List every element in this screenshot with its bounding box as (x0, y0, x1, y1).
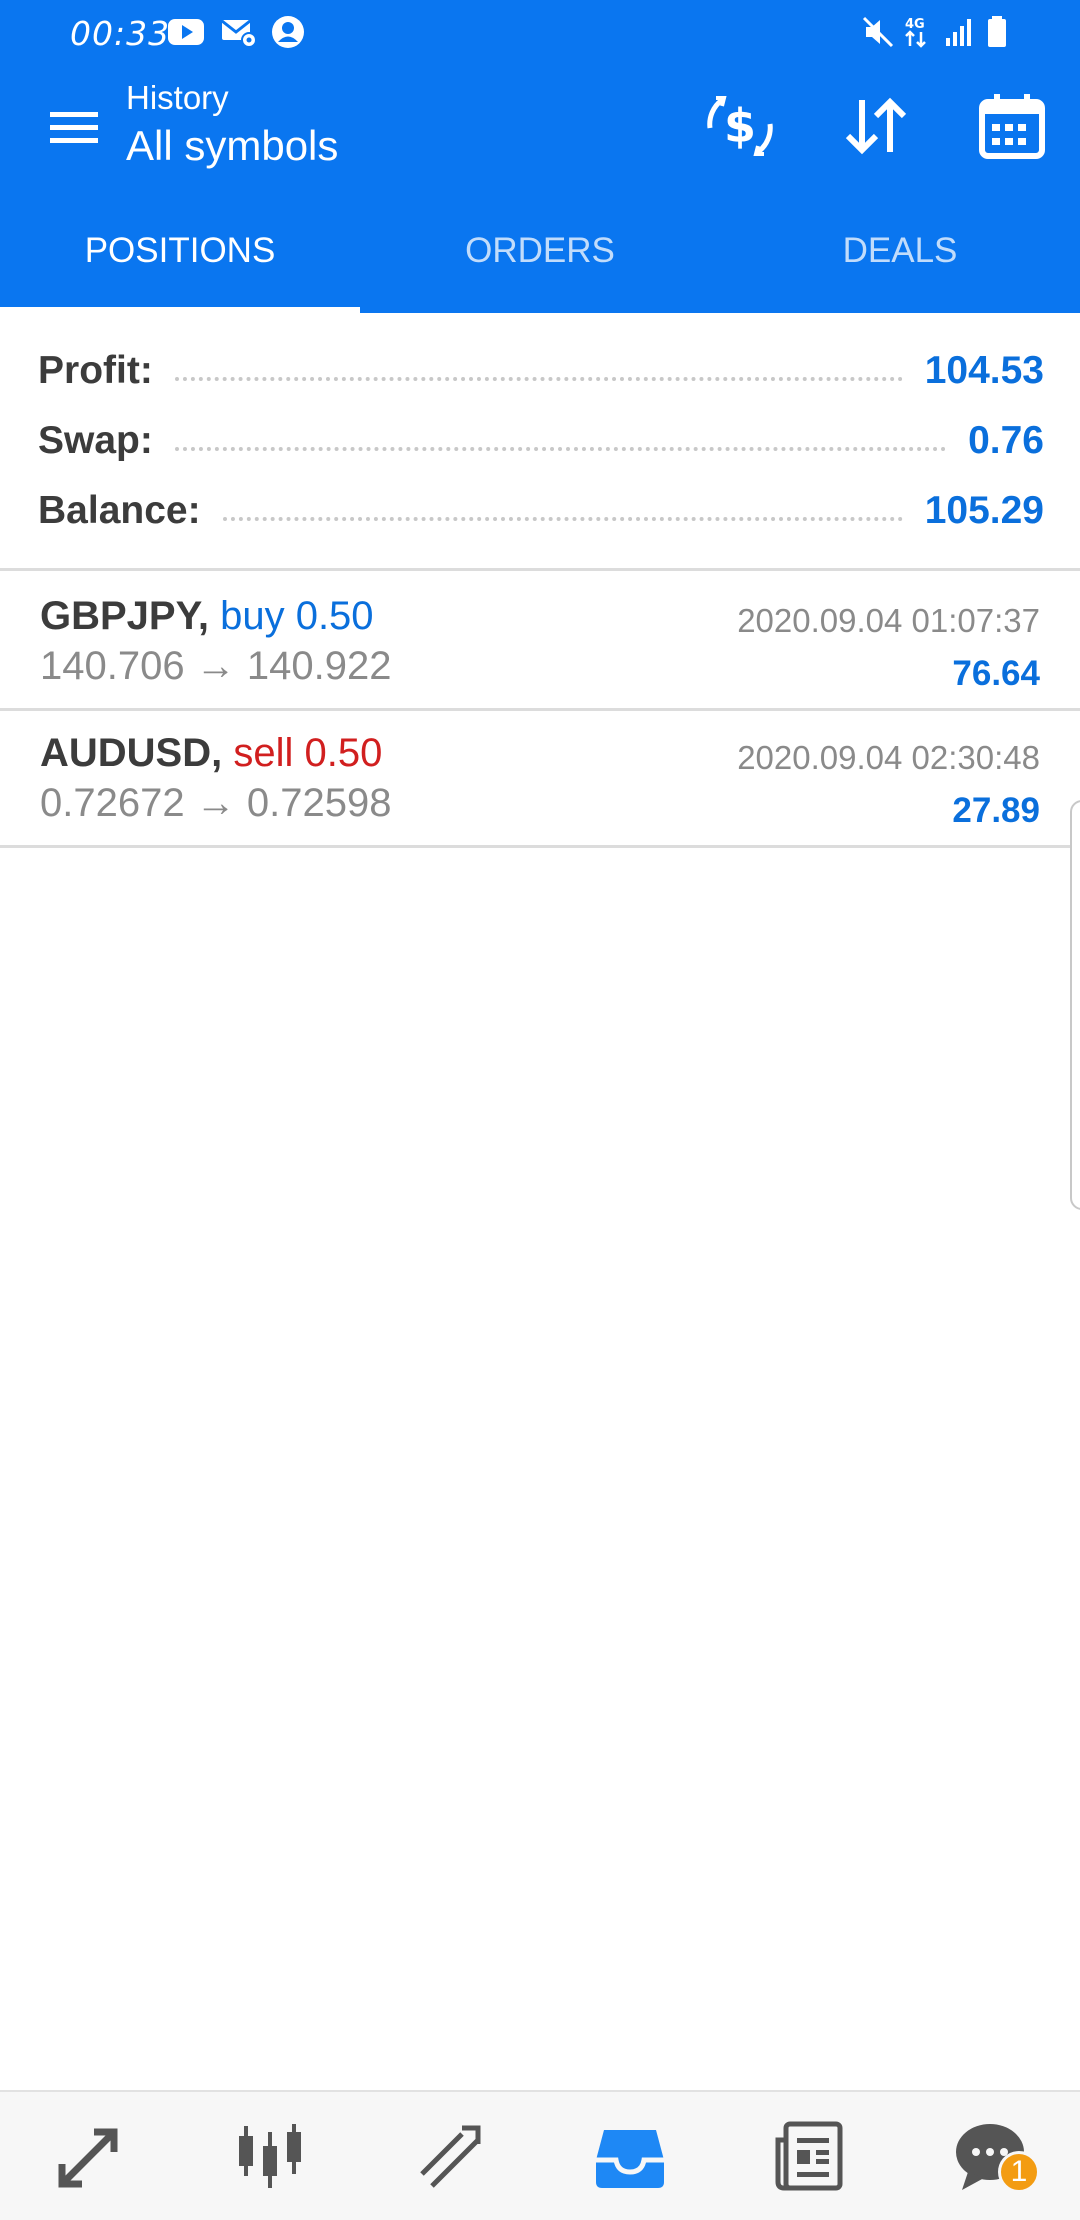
sort-icon (845, 97, 907, 155)
menu-button[interactable] (38, 96, 108, 160)
position-time: 2020.09.04 01:07:37 (737, 602, 1040, 639)
balance-value: 105.29 (924, 489, 1044, 532)
chart-icon (239, 2124, 301, 2188)
tab-bar: POSITIONS ORDERS DEALS (0, 189, 1080, 313)
network-4g-icon: 4G (905, 17, 926, 48)
dotted-leader (222, 517, 903, 521)
open-price: 0.72672 (40, 781, 185, 825)
calendar-button[interactable] (967, 86, 1057, 166)
network-label: 4G (905, 17, 925, 32)
bottom-navigation: 1 (0, 2090, 1080, 2220)
position-side: buy 0.50 (220, 594, 374, 638)
nav-news[interactable] (720, 2092, 900, 2220)
status-bar: 00:33 4G (0, 0, 1080, 64)
open-price: 140.706 (40, 644, 185, 688)
quotes-icon (58, 2128, 118, 2188)
history-icon (596, 2130, 664, 2188)
position-prices: 140.706 → 140.922 (40, 644, 391, 689)
position-prices: 0.72672 → 0.72598 (40, 781, 391, 826)
nav-quotes[interactable] (0, 2092, 180, 2220)
hamburger-icon (50, 112, 98, 143)
nav-history[interactable] (540, 2092, 720, 2220)
mute-icon (862, 16, 894, 48)
close-price: 140.922 (246, 644, 392, 688)
notification-badge: 1 (998, 2151, 1040, 2193)
account-icon (272, 16, 304, 48)
summary-panel: Profit: 104.53 Swap: 0.76 Balance: 105.2… (0, 313, 1080, 571)
signal-icon (946, 19, 971, 46)
arrow-icon: → (195, 781, 236, 825)
youtube-icon (168, 19, 204, 45)
battery-icon (988, 16, 1006, 47)
position-time: 2020.09.04 02:30:48 (737, 739, 1040, 776)
position-row[interactable]: GBPJPY, buy 0.50 140.706 → 140.922 2020.… (0, 574, 1080, 711)
swap-label: Swap: (38, 419, 153, 462)
toolbar-title[interactable]: All symbols (126, 122, 338, 170)
position-symbol: GBPJPY, buy 0.50 (40, 594, 374, 639)
app-bar: 00:33 4G History All symbols $ POSITIONS… (0, 0, 1080, 313)
edge-panel-handle[interactable] (1070, 800, 1080, 1210)
symbol-name: GBPJPY, (40, 594, 209, 638)
tab-orders[interactable]: ORDERS (360, 189, 720, 313)
position-profit: 76.64 (952, 654, 1040, 693)
position-symbol: AUDUSD, sell 0.50 (40, 731, 382, 776)
profit-row: Profit: 104.53 (38, 341, 1044, 401)
toolbar: History All symbols $ (0, 64, 1080, 189)
svg-text:$: $ (724, 99, 756, 153)
currency-exchange-icon: $ (707, 96, 773, 156)
position-profit: 27.89 (952, 791, 1040, 830)
tab-positions[interactable]: POSITIONS (0, 189, 360, 313)
close-price: 0.72598 (246, 781, 392, 825)
calendar-icon (979, 94, 1045, 159)
sort-button[interactable] (831, 86, 921, 166)
email-settings-icon (221, 19, 257, 48)
swap-value: 0.76 (968, 419, 1044, 462)
nav-chart[interactable] (180, 2092, 360, 2220)
profit-label: Profit: (38, 349, 153, 392)
dotted-leader (174, 447, 947, 451)
position-side: sell 0.50 (233, 731, 383, 775)
nav-trade[interactable] (360, 2092, 540, 2220)
tab-deals[interactable]: DEALS (720, 189, 1080, 313)
toolbar-subtitle: History (126, 79, 229, 116)
dotted-leader (174, 377, 903, 381)
currency-exchange-button[interactable]: $ (695, 86, 785, 166)
arrow-icon: → (195, 644, 236, 688)
balance-label: Balance: (38, 489, 201, 532)
symbol-name: AUDUSD, (40, 731, 223, 775)
profit-value: 104.53 (924, 349, 1044, 392)
nav-messages[interactable]: 1 (900, 2092, 1080, 2220)
balance-row: Balance: 105.29 (38, 481, 1044, 541)
swap-row: Swap: 0.76 (38, 411, 1044, 471)
position-row[interactable]: AUDUSD, sell 0.50 0.72672 → 0.72598 2020… (0, 711, 1080, 848)
trade-icon (420, 2125, 481, 2188)
status-time: 00:33 (70, 14, 171, 53)
news-icon (775, 2121, 843, 2191)
